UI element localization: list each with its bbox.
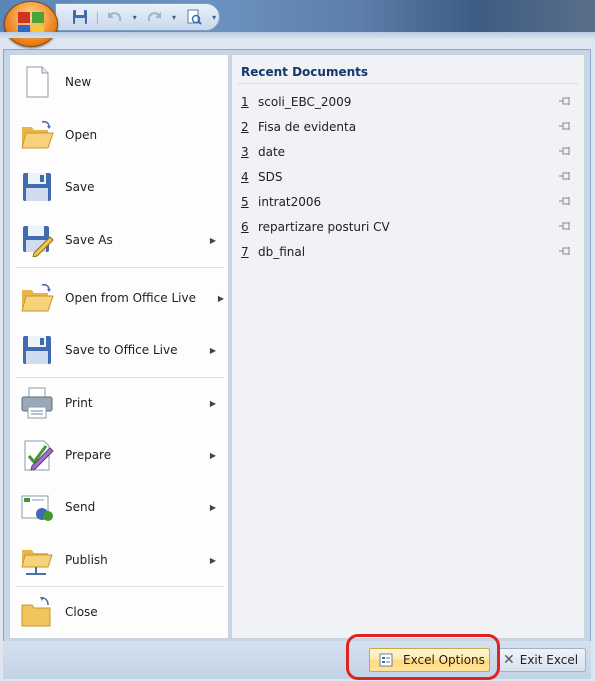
recent-item-number: 1 bbox=[241, 95, 249, 109]
recent-item-number: 4 bbox=[241, 170, 249, 184]
publish-icon bbox=[21, 550, 53, 575]
menu-item-label: Send bbox=[65, 500, 96, 514]
redo-dropdown-icon[interactable]: ▾ bbox=[170, 7, 178, 27]
recent-item[interactable]: 4 SDS bbox=[241, 166, 571, 188]
save-icon bbox=[23, 173, 51, 201]
submenu-arrow-icon: ▶ bbox=[209, 345, 216, 355]
prepare-icon bbox=[24, 440, 54, 471]
recent-item-number: 6 bbox=[241, 220, 249, 234]
exit-excel-label: Exit Excel bbox=[519, 653, 579, 667]
menu-commands-pane: New Open Save Save As ▶ Open from Office… bbox=[9, 54, 229, 639]
customize-arrow-icon[interactable]: ▾ bbox=[209, 7, 219, 27]
pin-icon[interactable] bbox=[559, 221, 571, 231]
office-logo-icon bbox=[18, 12, 44, 36]
pin-icon[interactable] bbox=[559, 171, 571, 181]
undo-dropdown-icon[interactable]: ▾ bbox=[131, 7, 139, 27]
print-preview-icon[interactable] bbox=[184, 7, 203, 27]
pin-icon[interactable] bbox=[559, 146, 571, 156]
menu-item-close[interactable]: Close bbox=[10, 587, 228, 637]
menu-item-label: Open from Office Live bbox=[65, 291, 196, 305]
open-office-live-icon bbox=[21, 283, 54, 312]
menu-item-label: Prepare bbox=[65, 448, 112, 462]
recent-item-name: date bbox=[258, 145, 286, 159]
close-folder-icon bbox=[21, 597, 51, 627]
submenu-arrow-icon: ▶ bbox=[209, 502, 216, 512]
menu-item-open-office-live[interactable]: Open from Office Live ▶ bbox=[10, 273, 228, 323]
menu-item-label: Save to Office Live bbox=[65, 343, 178, 357]
save-icon[interactable] bbox=[70, 7, 89, 27]
recent-documents-title: Recent Documents bbox=[241, 65, 369, 79]
recent-item[interactable]: 3 date bbox=[241, 141, 571, 163]
open-folder-icon bbox=[21, 120, 54, 149]
menu-item-label: Print bbox=[65, 396, 93, 410]
recent-item[interactable]: 6 repartizare posturi CV bbox=[241, 216, 571, 238]
recent-item[interactable]: 5 intrat2006 bbox=[241, 191, 571, 213]
quick-access-toolbar: | ▾ ▾ ▾ bbox=[55, 3, 220, 31]
recent-item-name: Fisa de evidenta bbox=[258, 120, 357, 134]
close-x-icon: ✕ bbox=[503, 652, 515, 668]
recent-divider bbox=[238, 83, 578, 84]
redo-icon[interactable] bbox=[145, 7, 164, 27]
menu-item-label: Save As bbox=[65, 233, 113, 247]
save-as-icon bbox=[23, 226, 54, 257]
print-icon bbox=[21, 387, 53, 419]
recent-item-name: SDS bbox=[258, 170, 283, 184]
menu-divider bbox=[16, 267, 224, 268]
pin-icon[interactable] bbox=[559, 121, 571, 131]
menu-item-label: Save bbox=[65, 180, 95, 194]
recent-item-number: 3 bbox=[241, 145, 249, 159]
recent-item-number: 5 bbox=[241, 195, 249, 209]
exit-excel-button[interactable]: ✕ Exit Excel bbox=[498, 648, 586, 672]
pin-icon[interactable] bbox=[559, 196, 571, 206]
menu-item-print[interactable]: Print ▶ bbox=[10, 378, 228, 428]
submenu-arrow-icon: ▶ bbox=[209, 450, 216, 460]
recent-item[interactable]: 2 Fisa de evidenta bbox=[241, 116, 571, 138]
menu-item-new[interactable]: New bbox=[10, 57, 228, 107]
menu-item-save[interactable]: Save bbox=[10, 162, 228, 212]
submenu-arrow-icon: ▶ bbox=[209, 235, 216, 245]
menu-item-save-as[interactable]: Save As ▶ bbox=[10, 215, 228, 265]
pin-icon[interactable] bbox=[559, 96, 571, 106]
menu-item-send[interactable]: Send ▶ bbox=[10, 482, 228, 532]
recent-item[interactable]: 1 scoli_EBC_2009 bbox=[241, 91, 571, 113]
qat-separator: | bbox=[95, 10, 100, 24]
menu-item-open[interactable]: Open bbox=[10, 110, 228, 160]
save-office-live-icon bbox=[23, 336, 51, 364]
menu-item-label: Publish bbox=[65, 553, 108, 567]
submenu-arrow-icon: ▶ bbox=[217, 293, 224, 303]
submenu-arrow-icon: ▶ bbox=[209, 398, 216, 408]
recent-item-name: scoli_EBC_2009 bbox=[258, 95, 352, 109]
submenu-arrow-icon: ▶ bbox=[209, 555, 216, 565]
undo-icon[interactable] bbox=[105, 7, 124, 27]
new-document-icon bbox=[26, 66, 49, 98]
pin-icon[interactable] bbox=[559, 246, 571, 256]
title-bar: | ▾ ▾ ▾ bbox=[0, 0, 595, 47]
menu-item-label: Close bbox=[65, 605, 98, 619]
recent-item-name: db_final bbox=[258, 245, 306, 259]
recent-item-name: repartizare posturi CV bbox=[258, 220, 390, 234]
menu-item-save-office-live[interactable]: Save to Office Live ▶ bbox=[10, 325, 228, 375]
menu-item-label: Open bbox=[65, 128, 98, 142]
menu-item-label: New bbox=[65, 75, 92, 89]
recent-item-name: intrat2006 bbox=[258, 195, 322, 209]
menu-item-prepare[interactable]: Prepare ▶ bbox=[10, 430, 228, 480]
recent-item-number: 2 bbox=[241, 120, 249, 134]
recent-item-number: 7 bbox=[241, 245, 249, 259]
office-button[interactable] bbox=[4, 1, 58, 47]
recent-documents-pane: Recent Documents 1 scoli_EBC_2009 2 Fisa… bbox=[231, 54, 585, 639]
recent-item[interactable]: 7 db_final bbox=[241, 241, 571, 263]
send-icon bbox=[21, 495, 53, 521]
menu-item-publish[interactable]: Publish ▶ bbox=[10, 535, 228, 585]
highlight-outline bbox=[346, 634, 500, 680]
